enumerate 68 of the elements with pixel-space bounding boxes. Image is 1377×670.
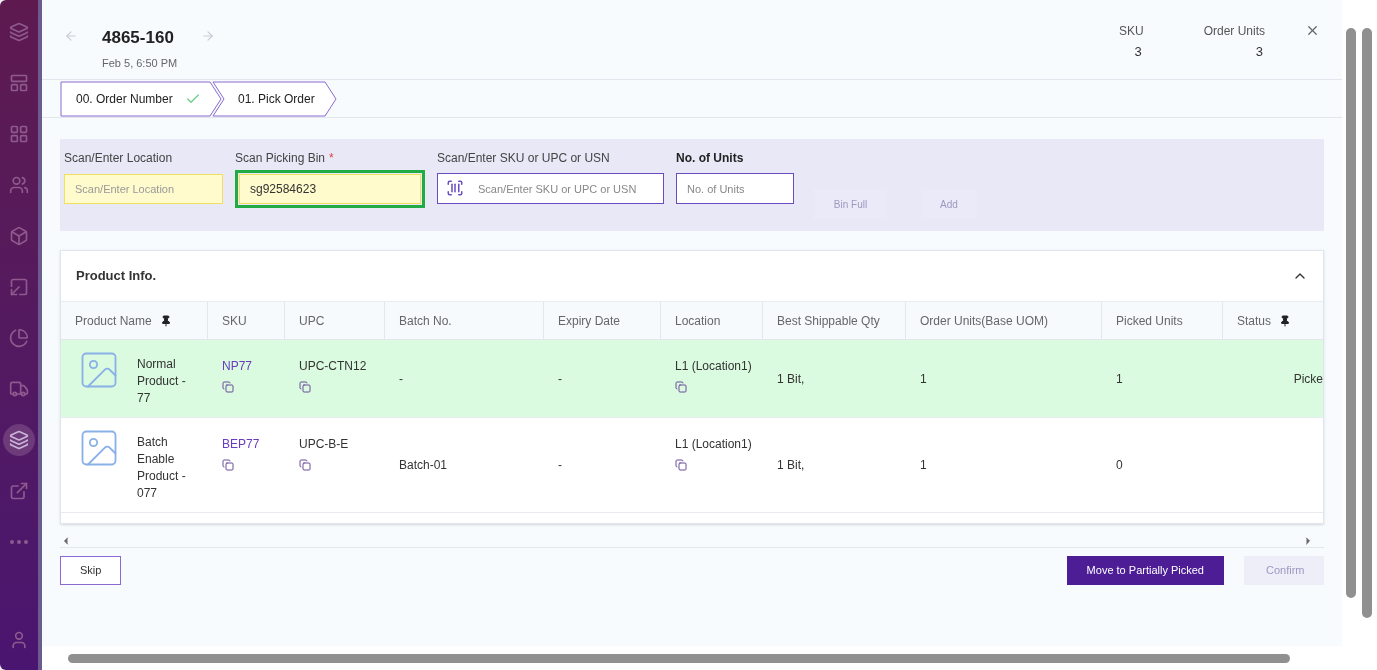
horizontal-scrollbar[interactable]	[68, 653, 1290, 663]
box-icon	[9, 226, 29, 246]
table-cell-text: -	[399, 370, 403, 388]
step-tab[interactable]: 00. Order Number	[60, 80, 222, 117]
user-icon	[9, 630, 29, 650]
order-title: 4865-160	[102, 27, 175, 49]
sidebar-item[interactable]	[3, 424, 35, 456]
table-cell-text: 0	[1116, 457, 1123, 474]
sku-input-field[interactable]: Scan/Enter SKU or UPC or USN	[437, 173, 664, 204]
grid-icon	[9, 124, 29, 144]
input-field[interactable]: Scan/Enter Location	[64, 174, 223, 204]
table-cell-text: -	[558, 370, 562, 388]
table-row[interactable]: Normal Product - 77 NP77 UPC-CTN12 - - L1 (Location1) 1 Bit, 1 1 Picke	[61, 340, 1323, 418]
stat-label: SKU	[1118, 23, 1144, 40]
sku-link[interactable]: BEP77	[222, 435, 271, 453]
stat-value: 3	[1255, 43, 1263, 61]
pin-icon	[159, 314, 172, 327]
pie-chart-icon	[9, 328, 29, 348]
product-name: Normal Product - 77	[137, 356, 187, 407]
copy-icon[interactable]	[222, 459, 234, 471]
import-icon	[9, 277, 29, 297]
forward-arrow-icon[interactable]	[201, 29, 216, 43]
close-button[interactable]	[1305, 23, 1320, 38]
table-cell-text: UPC-B-E	[299, 436, 350, 453]
product-name: Batch Enable Product - 077	[137, 434, 187, 502]
copy-icon[interactable]	[675, 459, 687, 471]
truck-icon	[9, 379, 29, 399]
field-label: Scan Picking Bin	[235, 150, 326, 167]
step-tab[interactable]: 01. Pick Order	[212, 80, 337, 117]
table-cell-text: 1	[1116, 370, 1123, 388]
barcode-scan-icon	[446, 179, 464, 197]
input-field[interactable]: sg92584623	[239, 174, 421, 204]
table-cell-text: 1	[920, 457, 927, 474]
field-label: No. of Units	[676, 150, 744, 167]
layers-icon	[9, 430, 29, 450]
table-cell-text: Batch-01	[399, 457, 448, 474]
users-icon	[9, 175, 29, 195]
table-row[interactable]: Batch Enable Product - 077 BEP77 UPC-B-E Batch-01 - L1 (Location1) 1 Bit, 1 0	[61, 418, 1323, 513]
layout-icon	[9, 73, 29, 93]
more-icon	[10, 540, 28, 544]
stat-label: Order Units	[1203, 23, 1265, 40]
sku-link[interactable]: NP77	[222, 357, 271, 375]
stat-value: 3	[1134, 43, 1142, 61]
table-cell-text: L1 (Location1)	[675, 358, 749, 375]
copy-icon[interactable]	[299, 381, 311, 393]
order-date: Feb 5, 6:50 PM	[102, 55, 178, 71]
logo-icon	[9, 22, 29, 42]
required-mark: *	[329, 150, 334, 167]
scrollbar[interactable]	[1346, 28, 1356, 598]
field-label: Scan/Enter Location	[64, 150, 173, 167]
copy-icon[interactable]	[222, 381, 234, 393]
scrollbar[interactable]	[1362, 28, 1372, 618]
panel-title: Product Info.	[76, 267, 157, 286]
table-cell-text: 1	[920, 370, 927, 388]
external-link-icon	[9, 481, 29, 501]
units-input-field[interactable]: No. of Units	[676, 173, 794, 204]
footer-button[interactable]: Skip	[60, 556, 122, 585]
table-cell-text: Picke	[1293, 370, 1323, 388]
copy-icon[interactable]	[675, 381, 687, 393]
field-label: Scan/Enter SKU or UPC or USN	[437, 150, 610, 167]
table-cell-text: UPC-CTN12	[299, 358, 368, 375]
table-cell-text: 1 Bit,	[777, 370, 805, 388]
table-cell-text: L1 (Location1)	[675, 436, 749, 453]
copy-icon[interactable]	[299, 459, 311, 471]
pin-icon	[1279, 314, 1292, 327]
table-cell-text: -	[558, 457, 562, 474]
footer-button[interactable]: Move to Partially Picked	[1066, 556, 1224, 585]
table-cell-text: 1 Bit,	[777, 457, 805, 474]
